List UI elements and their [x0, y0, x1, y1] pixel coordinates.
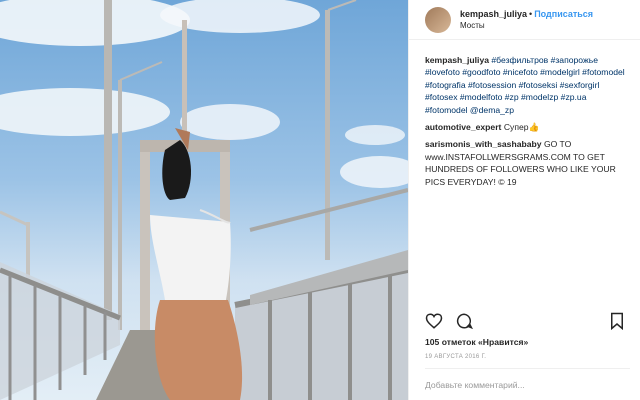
- comment-item: automotive_expert Супер👍: [425, 121, 626, 133]
- heart-icon[interactable]: [425, 312, 443, 330]
- add-comment-input[interactable]: Добавьте комментарий...: [425, 380, 525, 390]
- comment-username[interactable]: sarismonis_with_sashababy: [425, 139, 542, 149]
- post-sidebar: kempash_juliya • Подписаться Мосты kempash…: [408, 0, 640, 400]
- bookmark-icon[interactable]: [608, 312, 626, 330]
- photo-scene: [0, 0, 408, 400]
- post-header: kempash_juliya • Подписаться Мосты: [409, 0, 640, 40]
- avatar[interactable]: [425, 6, 451, 33]
- post-header-text: kempash_juliya • Подписаться Мосты: [460, 8, 593, 32]
- location-link[interactable]: Мосты: [460, 20, 593, 32]
- caption-username[interactable]: kempash_juliya: [425, 55, 489, 65]
- comment-username[interactable]: automotive_expert: [425, 122, 501, 132]
- comment-text: Супер👍: [503, 122, 540, 133]
- post-date: 19 АВГУСТА 2016 Г.: [425, 354, 487, 360]
- divider: [425, 368, 630, 369]
- likes-count[interactable]: 105 отметок «Нравится»: [425, 337, 528, 347]
- separator-dot: •: [529, 8, 533, 19]
- author-username[interactable]: kempash_juliya: [460, 9, 527, 19]
- comments-list: kempash_juliya #безфильтров #запорожье #…: [409, 40, 640, 188]
- post-photo[interactable]: [0, 0, 408, 400]
- comment-icon[interactable]: [455, 312, 473, 330]
- comment-item: sarismonis_with_sashababy GO TO www.INST…: [425, 138, 626, 188]
- action-bar: [425, 312, 473, 330]
- follow-button[interactable]: Подписаться: [534, 9, 593, 19]
- caption: kempash_juliya #безфильтров #запорожье #…: [425, 54, 626, 116]
